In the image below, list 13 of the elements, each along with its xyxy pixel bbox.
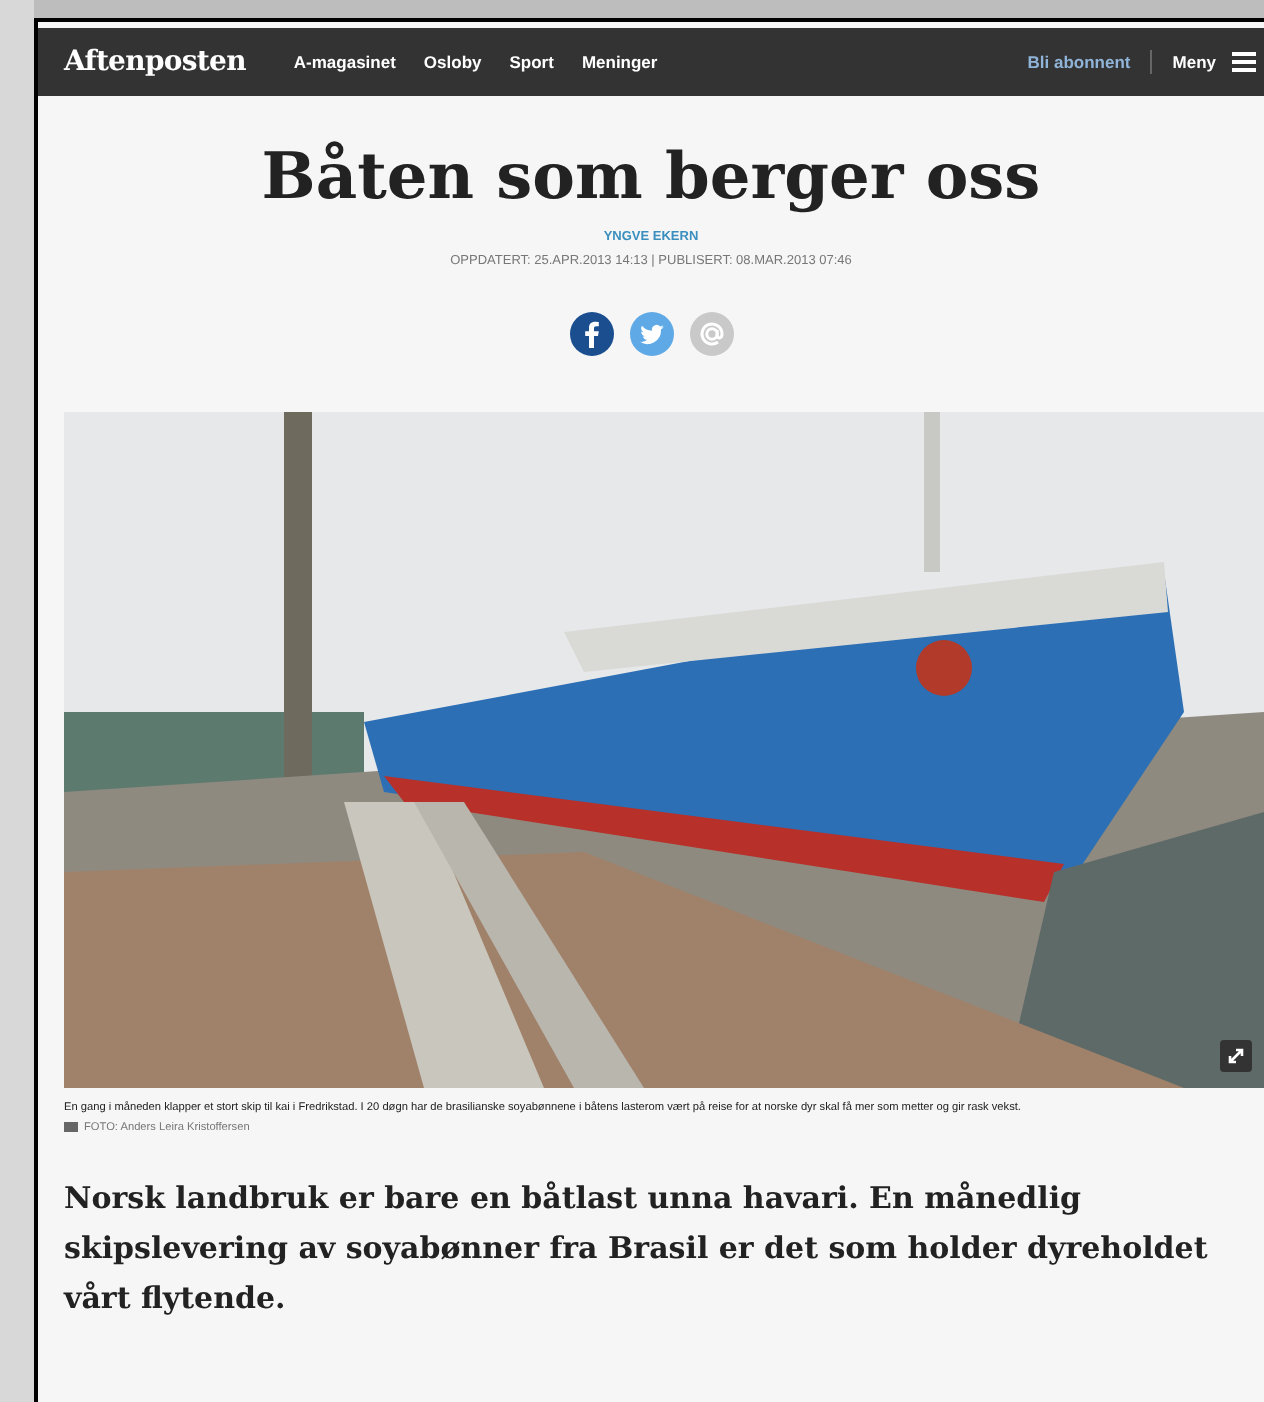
menu-label[interactable]: Meny (1172, 49, 1216, 75)
menu-icon[interactable] (1232, 52, 1256, 72)
nav-link[interactable]: Osloby (423, 49, 482, 75)
nav-link[interactable]: Sport (509, 49, 554, 75)
expand-icon[interactable] (1220, 1039, 1252, 1071)
subscribe-link[interactable]: Bli abonnent (1027, 49, 1131, 75)
nav-link[interactable]: Meninger (581, 49, 658, 75)
facebook-icon[interactable] (569, 311, 613, 355)
logo[interactable]: Aftenposten (64, 41, 246, 83)
article-lead: Norsk landbruk er bare en båtlast unna havari. En månedlig skipslevering av soyabønner fra Brasil er det som holder dyreholdet vårt flytende. (64, 1177, 1210, 1320)
camera-icon (64, 1122, 78, 1133)
nav-link[interactable]: A-magasinet (293, 49, 396, 75)
article-title: Båten som berger oss (261, 136, 1041, 216)
